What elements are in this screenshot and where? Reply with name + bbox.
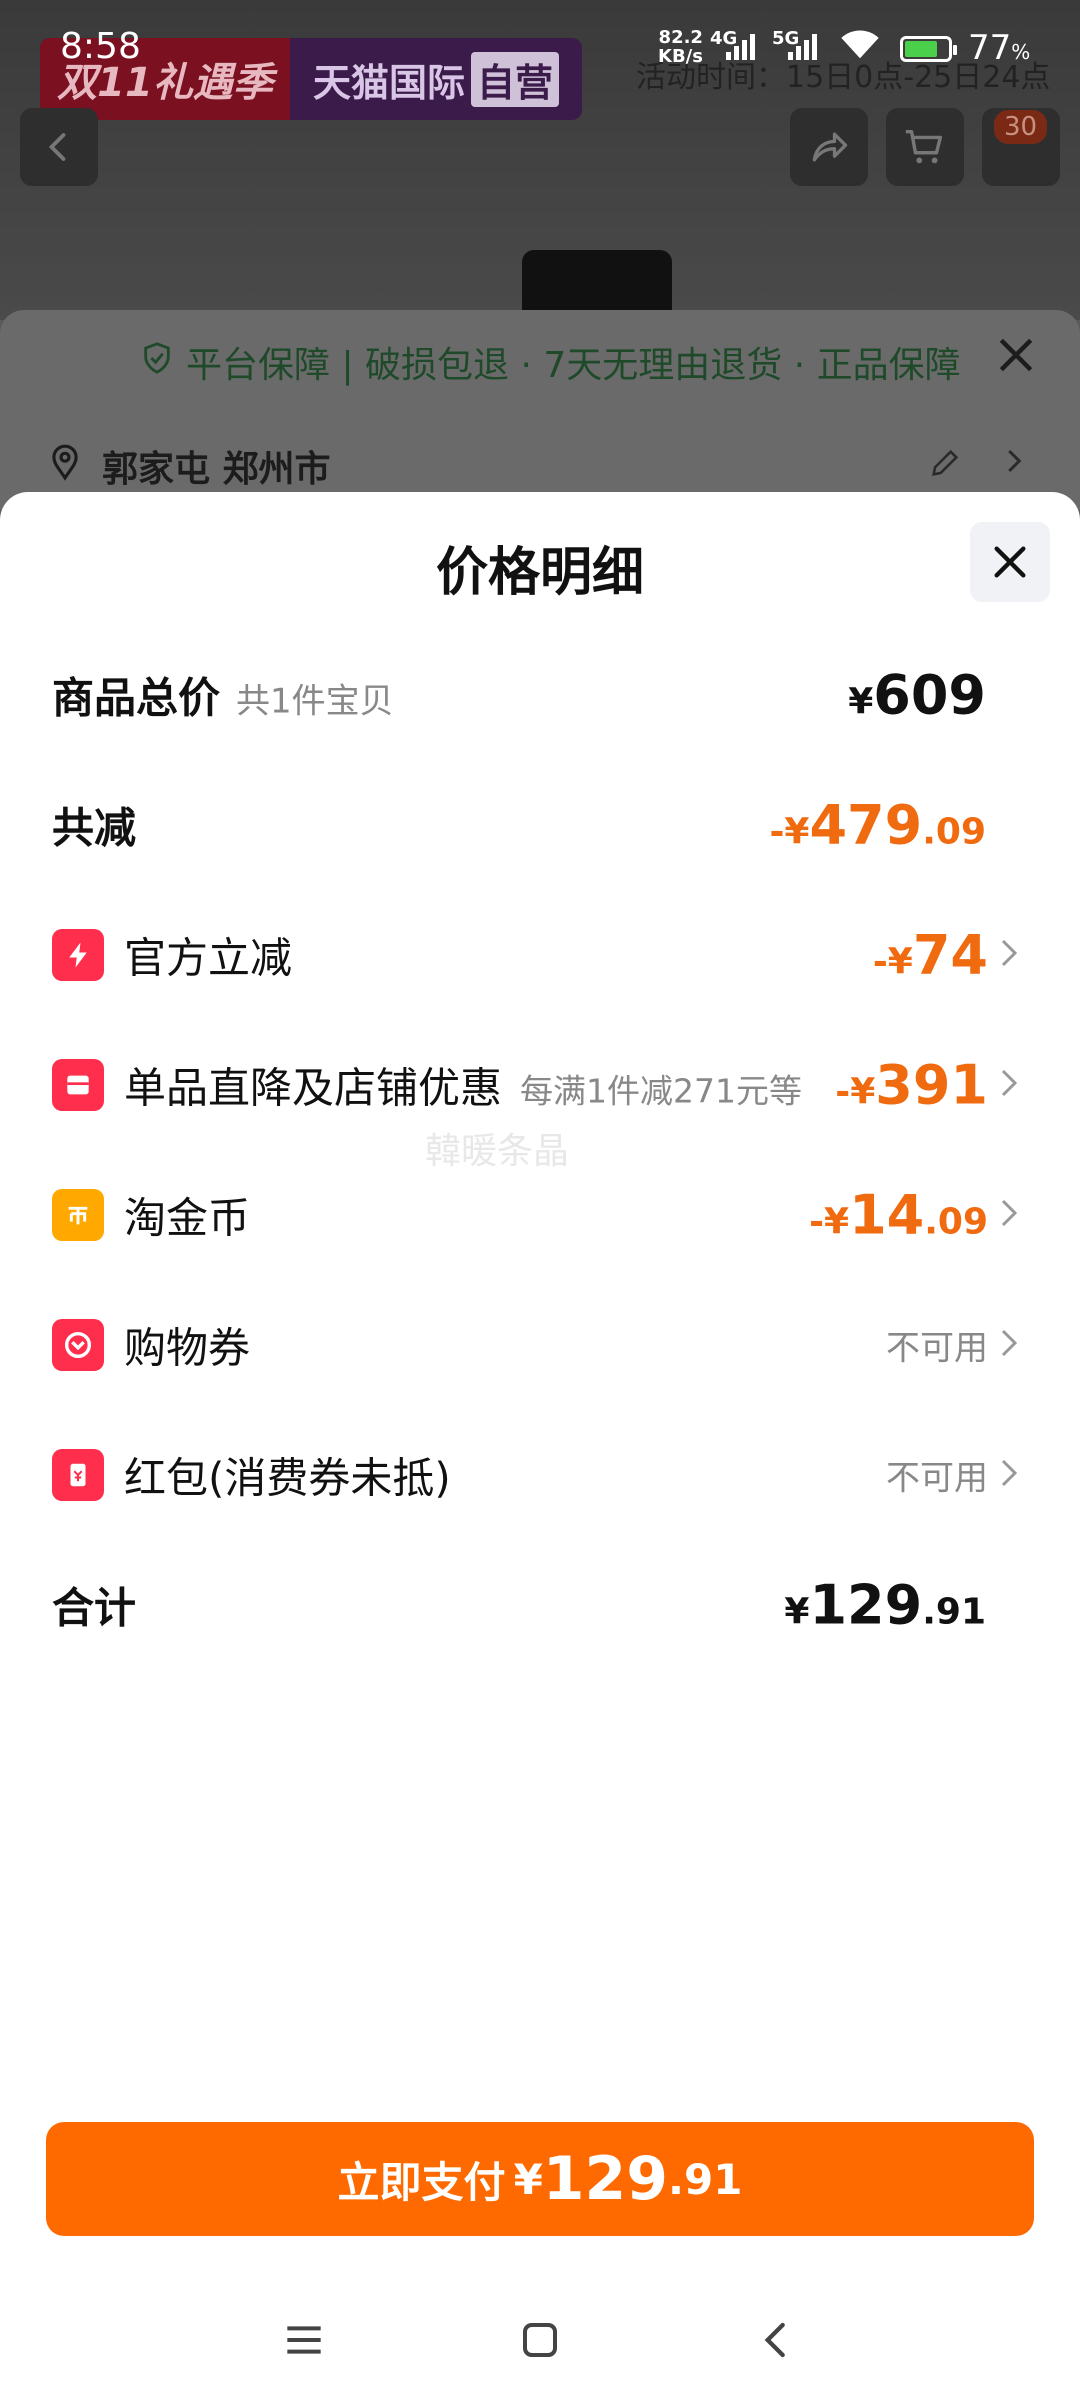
coin-icon bbox=[52, 1189, 104, 1241]
sheet-close-button[interactable] bbox=[970, 522, 1050, 602]
signal-icon-2 bbox=[786, 32, 822, 69]
battery-percent: 77% bbox=[968, 28, 1031, 68]
official-discount-value: -¥74 bbox=[872, 923, 988, 987]
pay-now-button[interactable]: 立即支付 ¥ 129 .91 bbox=[46, 2122, 1034, 2236]
pay-amount-int: 129 bbox=[542, 2144, 669, 2214]
sheet-title: 价格明细 bbox=[435, 543, 644, 603]
goods-total-value: ¥609 bbox=[848, 663, 986, 727]
back-arrow-icon bbox=[48, 133, 66, 161]
battery-icon bbox=[900, 36, 957, 62]
red-packet-icon bbox=[52, 1449, 104, 1501]
home-square-icon bbox=[523, 2323, 557, 2357]
pay-amount-dec: .91 bbox=[668, 2154, 743, 2204]
voucher-icon bbox=[52, 1319, 104, 1371]
pay-now-label: 立即支付 bbox=[337, 2157, 506, 2207]
location-pin-icon bbox=[46, 443, 84, 490]
share-button bbox=[790, 108, 868, 186]
sum-label: 合计 bbox=[52, 1583, 137, 1633]
voucher-label: 购物券 bbox=[124, 1323, 251, 1373]
red-packet-status: 不可用 bbox=[886, 1458, 988, 1499]
system-nav-bar bbox=[0, 2280, 1080, 2400]
chevron-right-icon bbox=[998, 1063, 1020, 1107]
coins-row[interactable]: 淘金币 -¥14.09 bbox=[0, 1170, 1080, 1260]
chevron-right-icon bbox=[998, 1453, 1020, 1497]
cart-button bbox=[886, 108, 964, 186]
cart-badge: 30 bbox=[994, 110, 1048, 144]
address-text: 郭家屯 郑州市 bbox=[102, 449, 331, 490]
chevron-right-icon bbox=[998, 1193, 1020, 1237]
total-discount-row: 共减 -¥479.09 bbox=[0, 780, 1080, 870]
wifi-icon bbox=[838, 26, 882, 69]
voucher-status: 不可用 bbox=[886, 1328, 988, 1369]
guarantee-bar: 平台保障 | 破损包退 · 7天无理由退货 · 正品保障 bbox=[140, 336, 961, 388]
red-packet-label: 红包(消费券未抵) bbox=[124, 1453, 451, 1503]
back-button bbox=[20, 108, 98, 186]
address-row: 郭家屯 郑州市 bbox=[46, 440, 331, 492]
shield-icon bbox=[140, 341, 174, 384]
status-bar: 8:58 82.2 KB/s 4G 5G 77% bbox=[0, 0, 1080, 80]
voucher-row[interactable]: 购物券 不可用 bbox=[0, 1300, 1080, 1390]
network-speed: 82.2 KB/s bbox=[658, 28, 703, 66]
signal-icon bbox=[724, 32, 760, 69]
back-chevron-icon bbox=[764, 2322, 785, 2358]
chevron-right-icon bbox=[998, 1323, 1020, 1367]
edit-pencil-icon bbox=[928, 446, 962, 489]
official-discount-row[interactable]: 官方立减 -¥74 bbox=[0, 910, 1080, 1000]
official-discount-label: 官方立减 bbox=[124, 933, 293, 983]
cart-icon bbox=[905, 129, 943, 164]
close-icon bbox=[994, 546, 1026, 578]
pay-currency: ¥ bbox=[513, 2154, 543, 2204]
total-discount-label: 共减 bbox=[52, 803, 137, 853]
home-nav-button[interactable] bbox=[510, 2310, 570, 2370]
store-discount-row[interactable]: 单品直降及店铺优惠 每满1件减271元等 -¥391 bbox=[0, 1040, 1080, 1130]
share-icon bbox=[812, 132, 848, 162]
shop-icon bbox=[52, 1059, 104, 1111]
network-speed-value: 82.2 bbox=[658, 27, 703, 48]
menu-icon bbox=[287, 2326, 321, 2354]
sum-row: 合计 ¥129.91 bbox=[0, 1560, 1080, 1650]
total-discount-value: -¥479.09 bbox=[769, 793, 986, 857]
address-chevron-icon bbox=[998, 444, 1028, 487]
lightning-icon bbox=[52, 929, 104, 981]
store-discount-desc: 每满1件减271元等 bbox=[520, 1071, 802, 1111]
coins-value: -¥14.09 bbox=[809, 1183, 988, 1247]
watermark: 韓暖条晶 bbox=[425, 1131, 570, 1172]
network-speed-unit: KB/s bbox=[658, 46, 703, 67]
guarantee-close-icon bbox=[994, 330, 1038, 390]
sum-value: ¥129.91 bbox=[784, 1573, 986, 1637]
status-time: 8:58 bbox=[60, 26, 141, 67]
goods-count: 共1件宝贝 bbox=[236, 681, 394, 722]
store-discount-value: -¥391 bbox=[835, 1053, 988, 1117]
back-nav-button[interactable] bbox=[746, 2310, 806, 2370]
chevron-right-icon bbox=[998, 933, 1020, 977]
store-discount-label: 单品直降及店铺优惠 每满1件减271元等 bbox=[124, 1063, 802, 1113]
red-packet-row[interactable]: 红包(消费券未抵) 不可用 bbox=[0, 1430, 1080, 1520]
goods-total-label: 商品总价 共1件宝贝 bbox=[52, 673, 394, 723]
guarantee-text: 平台保障 | 破损包退 · 7天无理由退货 · 正品保障 bbox=[186, 345, 961, 386]
menu-nav-button[interactable] bbox=[274, 2310, 334, 2370]
coins-label: 淘金币 bbox=[124, 1193, 251, 1243]
goods-total-row: 商品总价 共1件宝贝 ¥609 bbox=[0, 650, 1080, 740]
